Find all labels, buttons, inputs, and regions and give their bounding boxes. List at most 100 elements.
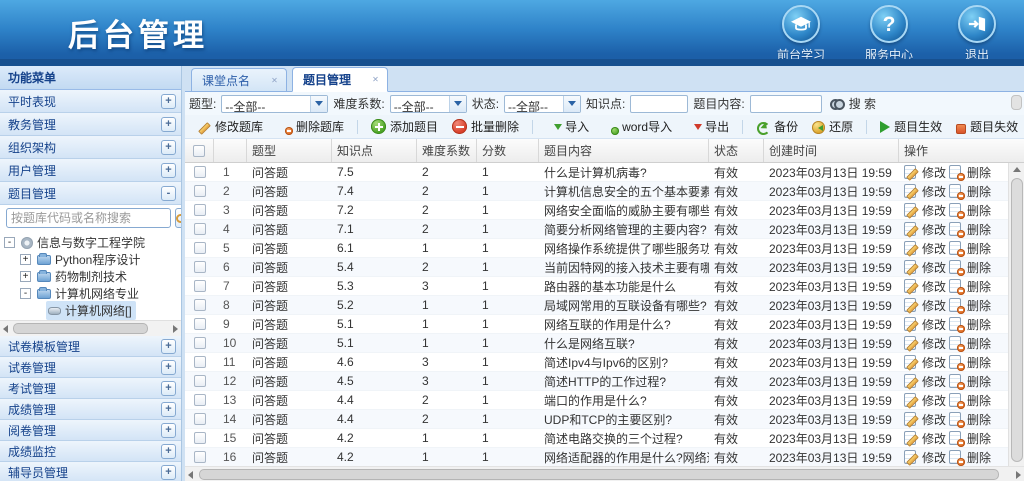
scroll-right-icon[interactable] — [1016, 471, 1021, 479]
bank-search-input[interactable] — [6, 208, 171, 228]
column-header-status[interactable]: 状态 — [709, 139, 764, 162]
row-checkbox[interactable] — [194, 413, 206, 425]
delete-icon[interactable] — [949, 336, 964, 351]
status-filter-select[interactable]: --全部-- — [504, 95, 581, 113]
delete-button[interactable]: 删除 — [967, 183, 991, 200]
sidebar-menu-item[interactable]: 考试管理 + — [0, 378, 181, 399]
toolbar-button[interactable]: 导入 — [539, 116, 596, 138]
sidebar-menu-item[interactable]: 成绩管理 + — [0, 399, 181, 420]
delete-icon[interactable] — [949, 317, 964, 332]
table-row[interactable]: 2 问答题 7.4 2 1 计算机信息安全的五个基本要素是... 有效 2023… — [185, 182, 1024, 201]
expand-toggle-icon[interactable]: + — [161, 360, 176, 375]
tab[interactable]: 课堂点名 — [191, 68, 287, 91]
row-checkbox[interactable] — [194, 280, 206, 292]
sidebar-menu-item[interactable]: 组织架构 + — [0, 136, 181, 159]
edit-button[interactable]: 修改 — [922, 221, 946, 238]
delete-button[interactable]: 删除 — [967, 259, 991, 276]
sidebar-menu-item[interactable]: 成绩监控 + — [0, 441, 181, 462]
edit-icon[interactable] — [904, 431, 919, 446]
edit-icon[interactable] — [904, 203, 919, 218]
delete-button[interactable]: 删除 — [967, 411, 991, 428]
delete-icon[interactable] — [949, 450, 964, 465]
toolbar-button[interactable]: word导入 — [596, 116, 679, 138]
row-checkbox[interactable] — [194, 299, 206, 311]
tree-node[interactable]: 计算机网络[] — [0, 302, 181, 319]
row-checkbox[interactable] — [194, 432, 206, 444]
edit-button[interactable]: 修改 — [922, 278, 946, 295]
sidebar-menu-item[interactable]: 用户管理 + — [0, 159, 181, 182]
table-horizontal-scrollbar[interactable] — [185, 466, 1024, 481]
table-row[interactable]: 15 问答题 4.2 1 1 简述电路交换的三个过程? 有效 2023年03月1… — [185, 429, 1024, 448]
close-tab-icon[interactable] — [370, 74, 381, 85]
edit-button[interactable]: 修改 — [922, 392, 946, 409]
row-checkbox[interactable] — [194, 204, 206, 216]
edit-icon[interactable] — [904, 298, 919, 313]
toolbar-button[interactable]: 备份 — [749, 116, 805, 138]
row-checkbox[interactable] — [194, 337, 206, 349]
delete-icon[interactable] — [949, 374, 964, 389]
bank-search-button[interactable] — [175, 208, 182, 228]
edit-button[interactable]: 修改 — [922, 335, 946, 352]
row-checkbox[interactable] — [194, 356, 206, 368]
row-checkbox[interactable] — [194, 318, 206, 330]
delete-button[interactable]: 删除 — [967, 392, 991, 409]
delete-icon[interactable] — [949, 393, 964, 408]
delete-icon[interactable] — [949, 412, 964, 427]
tree-expander-icon[interactable] — [20, 288, 31, 299]
expand-toggle-icon[interactable]: + — [161, 117, 176, 132]
edit-icon[interactable] — [904, 184, 919, 199]
column-header-difficulty[interactable]: 难度系数 — [417, 139, 477, 162]
row-checkbox[interactable] — [194, 375, 206, 387]
delete-icon[interactable] — [949, 203, 964, 218]
toolbar-button[interactable]: 修改题库 — [189, 116, 270, 138]
column-header-knowledge[interactable]: 知识点 — [332, 139, 417, 162]
tree-node[interactable]: Python程序设计 — [0, 251, 181, 268]
tree-horizontal-scrollbar[interactable] — [0, 320, 181, 336]
table-row[interactable]: 8 问答题 5.2 1 1 局域网常用的互联设备有哪些? 有效 2023年03月… — [185, 296, 1024, 315]
sidebar-menu-item[interactable]: 平时表现 + — [0, 90, 181, 113]
row-checkbox[interactable] — [194, 223, 206, 235]
expand-toggle-icon[interactable]: - — [161, 186, 176, 201]
edit-icon[interactable] — [904, 355, 919, 370]
edit-button[interactable]: 修改 — [922, 164, 946, 181]
edit-button[interactable]: 修改 — [922, 202, 946, 219]
delete-icon[interactable] — [949, 260, 964, 275]
content-filter-input[interactable] — [750, 95, 822, 113]
sidebar-menu-item[interactable]: 试卷模板管理 + — [0, 336, 181, 357]
edit-button[interactable]: 修改 — [922, 411, 946, 428]
table-row[interactable]: 3 问答题 7.2 2 1 网络安全面临的威胁主要有哪些? 有效 2023年03… — [185, 201, 1024, 220]
edit-button[interactable]: 修改 — [922, 354, 946, 371]
edit-icon[interactable] — [904, 260, 919, 275]
delete-icon[interactable] — [949, 241, 964, 256]
sidebar-menu-item[interactable]: 辅导员管理 + — [0, 462, 181, 481]
panel-scrollbar-thumb[interactable] — [1011, 95, 1022, 110]
service-center-button[interactable]: ? 服务中心 — [856, 5, 922, 63]
tree-expander-icon[interactable] — [4, 237, 15, 248]
delete-button[interactable]: 删除 — [967, 221, 991, 238]
difficulty-filter-select[interactable]: --全部-- — [390, 95, 467, 113]
table-row[interactable]: 7 问答题 5.3 3 1 路由器的基本功能是什么 有效 2023年03月13日… — [185, 277, 1024, 296]
tab[interactable]: 题目管理 — [292, 67, 388, 92]
expand-toggle-icon[interactable]: + — [161, 402, 176, 417]
vscrollbar-thumb[interactable] — [1011, 178, 1023, 462]
hscrollbar-thumb[interactable] — [199, 469, 999, 480]
row-checkbox[interactable] — [194, 451, 206, 463]
edit-icon[interactable] — [904, 412, 919, 427]
expand-toggle-icon[interactable]: + — [161, 381, 176, 396]
sidebar-menu-item[interactable]: 试卷管理 + — [0, 357, 181, 378]
edit-icon[interactable] — [904, 241, 919, 256]
table-row[interactable]: 12 问答题 4.5 3 1 简述HTTP的工作过程? 有效 2023年03月1… — [185, 372, 1024, 391]
table-row[interactable]: 1 问答题 7.5 2 1 什么是计算机病毒? 有效 2023年03月13日 1… — [185, 163, 1024, 182]
tree-expander-icon[interactable] — [20, 254, 31, 265]
delete-button[interactable]: 删除 — [967, 316, 991, 333]
column-header-content[interactable]: 题目内容 — [539, 139, 709, 162]
table-row[interactable]: 6 问答题 5.4 2 1 当前因特网的接入技术主要有哪几... 有效 2023… — [185, 258, 1024, 277]
type-filter-select[interactable]: --全部-- — [221, 95, 328, 113]
frontend-learning-button[interactable]: 前台学习 — [768, 5, 834, 63]
delete-button[interactable]: 删除 — [967, 373, 991, 390]
chevron-down-icon[interactable] — [449, 96, 466, 112]
delete-icon[interactable] — [949, 279, 964, 294]
edit-button[interactable]: 修改 — [922, 240, 946, 257]
table-row[interactable]: 14 问答题 4.4 2 1 UDP和TCP的主要区别? 有效 2023年03月… — [185, 410, 1024, 429]
toolbar-button[interactable]: 题目失效 — [949, 116, 1024, 138]
